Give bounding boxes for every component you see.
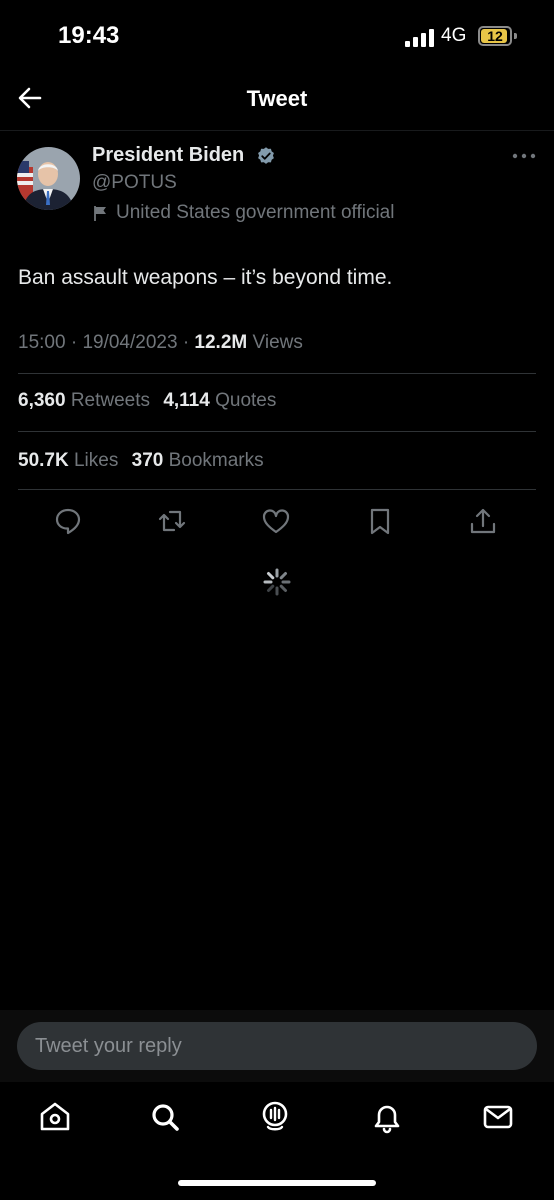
retweet-icon[interactable]: [157, 506, 187, 536]
meta-separator: ·: [70, 332, 83, 353]
retweets-count: 6,360: [18, 390, 66, 411]
page-title: Tweet: [246, 86, 308, 111]
likes-bookmarks-stats: 50.7K Likes 370 Bookmarks: [18, 450, 264, 472]
meta-separator: ·: [182, 332, 195, 353]
bookmark-icon[interactable]: [365, 506, 395, 536]
bookmarks-label: Bookmarks: [168, 450, 264, 471]
likes-count: 50.7K: [18, 450, 69, 471]
notifications-icon[interactable]: [370, 1100, 404, 1134]
share-icon[interactable]: [468, 506, 498, 536]
top-navigation: Tweet: [0, 72, 554, 130]
home-icon[interactable]: [38, 1100, 72, 1134]
home-indicator: [178, 1180, 376, 1186]
like-icon[interactable]: [261, 506, 291, 536]
reply-icon[interactable]: [53, 506, 83, 536]
reply-input[interactable]: Tweet your reply: [17, 1022, 537, 1070]
battery-cap: [514, 33, 517, 39]
tweet-date: 19/04/2023: [82, 332, 178, 353]
quotes-label: Quotes: [215, 390, 277, 411]
more-options-icon[interactable]: [510, 146, 538, 166]
loading-spinner-icon: [263, 568, 291, 596]
quotes-stat[interactable]: 4,114 Quotes: [163, 390, 276, 411]
header-divider: [0, 130, 554, 131]
divider: [18, 431, 536, 432]
tweet-text: Ban assault weapons – it’s beyond time.: [18, 266, 393, 289]
author-handle[interactable]: @POTUS: [92, 172, 177, 194]
likes-stat[interactable]: 50.7K Likes: [18, 450, 118, 471]
messages-icon[interactable]: [481, 1100, 515, 1134]
status-bar: 19:43 4G 12: [0, 0, 554, 72]
search-icon[interactable]: [148, 1100, 182, 1134]
tweet-meta: 15:00 · 19/04/2023 · 12.2M Views: [18, 332, 303, 354]
avatar[interactable]: [17, 147, 80, 210]
battery-icon: 12: [478, 26, 512, 46]
spaces-icon[interactable]: [258, 1100, 292, 1134]
signal-icon: [405, 29, 435, 47]
views-count: 12.2M: [194, 332, 248, 353]
divider: [18, 373, 536, 374]
verified-badge-icon: [258, 147, 274, 164]
tweet-time: 15:00: [18, 332, 66, 353]
flag-icon: [94, 206, 106, 221]
network-type: 4G: [441, 25, 467, 46]
bookmarks-stat[interactable]: 370 Bookmarks: [132, 450, 264, 471]
author-name[interactable]: President Biden: [92, 144, 244, 167]
retweet-quote-stats: 6,360 Retweets 4,114 Quotes: [18, 390, 276, 412]
bookmarks-count: 370: [131, 450, 164, 471]
quotes-count: 4,114: [163, 390, 210, 411]
retweets-stat[interactable]: 6,360 Retweets: [18, 390, 150, 411]
likes-label: Likes: [73, 450, 119, 471]
account-label-text: United States government official: [116, 202, 395, 223]
battery-level: 12: [487, 28, 503, 44]
status-time: 19:43: [58, 22, 120, 49]
views-label[interactable]: Views: [253, 332, 303, 353]
retweets-label: Retweets: [70, 390, 151, 411]
account-label[interactable]: United States government official: [92, 201, 394, 225]
divider: [18, 489, 536, 490]
